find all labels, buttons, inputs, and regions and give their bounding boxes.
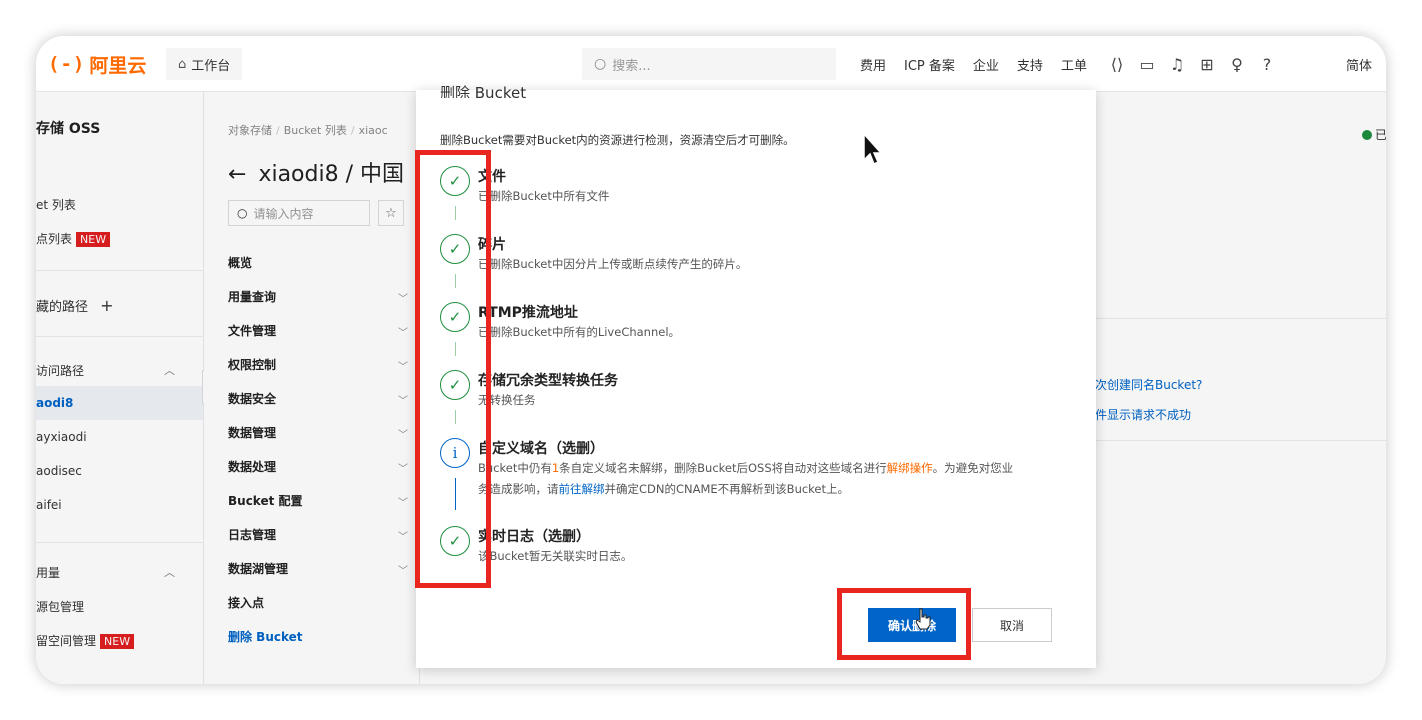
nav-enterprise[interactable]: 企业 [973,55,999,74]
code-icon[interactable]: ⟨⟩ [1102,55,1132,74]
top-bar: (-) 阿里云 ⌂ 工作台 ○ 搜索... 费用 ICP 备案 企业 支持 工单… [36,36,1386,92]
terminal-icon[interactable]: ▭ [1132,55,1162,74]
step-desc-text: 。为避免对您业 [932,461,1014,475]
top-icons: ⟨⟩ ▭ ♫ ⊞ ♀ ? [1102,36,1282,92]
delete-bucket-dialog: 删除 Bucket 删除Bucket需要对Bucket内的资源进行检测，资源清空… [416,84,1096,668]
cancel-button[interactable]: 取消 [972,608,1052,642]
nav-ticket[interactable]: 工单 [1061,55,1087,74]
nav-icp[interactable]: ICP 备案 [904,55,955,74]
unbind-operation-link[interactable]: 解绑操作 [887,461,933,475]
language-switch[interactable]: 简体 [1346,36,1372,92]
bell-icon[interactable]: ♫ [1162,55,1192,74]
workbench-label: 工作台 [191,58,231,74]
annotation-box-confirm [837,588,971,660]
step-desc: 该Bucket暂无关联实时日志。 [478,549,633,563]
console-window: (-) 阿里云 ⌂ 工作台 ○ 搜索... 费用 ICP 备案 企业 支持 工单… [36,36,1386,684]
step-title: 存储冗余类型转换任务 [478,373,618,389]
nav-support[interactable]: 支持 [1017,55,1043,74]
dialog-title: 删除 Bucket [440,84,527,98]
step-desc-text: 并确定CDN的CNAME不再解析到该Bucket上。 [604,482,850,496]
search-icon: ○ [594,56,607,72]
help-icon[interactable]: ? [1252,55,1282,74]
step-desc: 已删除Bucket中所有的LiveChannel。 [478,325,681,339]
step-desc: 已删除Bucket中因分片上传或断点续传产生的碎片。 [478,257,748,271]
global-search-input[interactable]: ○ 搜索... [582,48,836,80]
annotation-box-steps [415,150,491,588]
aliyun-logo[interactable]: (-) 阿里云 [48,48,146,80]
step-title: 实时日志（选删） [478,529,590,545]
hand-cursor-icon [915,608,931,630]
search-placeholder: 搜索... [612,58,651,74]
dialog-description: 删除Bucket需要对Bucket内的资源进行检测，资源清空后才可删除。 [440,133,795,147]
home-icon: ⌂ [178,56,187,72]
step-title: 自定义域名（选删） [478,441,604,457]
mouse-cursor-icon [863,132,882,166]
workbench-button[interactable]: ⌂ 工作台 [166,48,243,80]
step-desc: Bucket中仍有1条自定义域名未解绑，删除Bucket后OSS将自动对这些域名… [478,458,1013,500]
logo-mark: (-) [48,53,86,75]
top-nav: 费用 ICP 备案 企业 支持 工单 [860,36,1105,92]
nav-fees[interactable]: 费用 [860,55,886,74]
cart-icon[interactable]: ⊞ [1192,55,1222,74]
lightbulb-icon[interactable]: ♀ [1222,55,1252,74]
step-title: RTMP推流地址 [478,305,578,321]
step-desc: 已删除Bucket中所有文件 [478,189,610,203]
logo-name: 阿里云 [89,54,147,77]
step-desc-text: 条自定义域名未解绑，删除Bucket后OSS将自动对这些域名进行 [559,461,887,475]
go-unbind-link[interactable]: 前往解绑 [559,482,605,496]
